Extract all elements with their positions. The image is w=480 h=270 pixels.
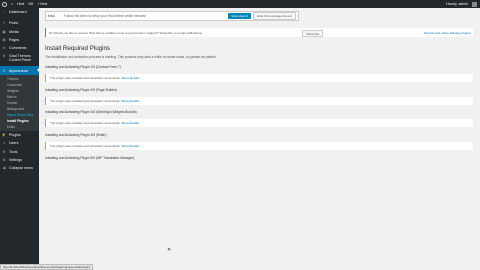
site-name-link[interactable]: Hbol bbox=[15, 2, 26, 6]
wordpress-logo-icon[interactable] bbox=[2, 1, 7, 7]
tools-icon: ⚒ bbox=[2, 149, 6, 154]
settings-icon: ⚙ bbox=[2, 157, 6, 162]
comments-icon: ✉ bbox=[2, 46, 6, 51]
sidebar-item-appearance[interactable]: ✐ Appearance bbox=[0, 66, 39, 75]
intro-text: The installation and activation process … bbox=[45, 55, 217, 59]
step-heading: Installing and Activating Plugin 5/5 (WP… bbox=[45, 156, 135, 160]
brand-logo: tmi bbox=[48, 14, 56, 18]
sidebar-item-label: Posts bbox=[9, 21, 18, 26]
sidebar-item-posts[interactable]: ✎ Posts bbox=[0, 19, 39, 27]
sidebar-item-dashboard[interactable]: ◔ Dashboard bbox=[0, 8, 39, 16]
step-heading: Installing and Activating Plugin 1/5 (Co… bbox=[45, 65, 121, 69]
sidebar-item-pages[interactable]: ▤ Pages bbox=[0, 36, 39, 44]
sidebar-item-comments[interactable]: ✉ Comments bbox=[0, 44, 39, 52]
sidebar-item-label: Tools bbox=[9, 149, 18, 154]
page-title: Install Required Plugins bbox=[45, 45, 111, 52]
account-greeting[interactable]: Howdy, admin bbox=[444, 2, 470, 6]
banner-description: Follow this video to setup your Hbol the… bbox=[64, 14, 147, 18]
show-details-link[interactable]: Show Details bbox=[121, 99, 139, 103]
appearance-submenu: Themes Customize Widgets Menus Header Ba… bbox=[0, 74, 39, 131]
sidebar-item-label: Pages bbox=[9, 38, 20, 43]
media-icon: ▣ bbox=[2, 29, 6, 34]
collapse-icon: ◀ bbox=[2, 166, 6, 171]
browser-status-bar: http://localhost/hbol/wp-admin/themes.ph… bbox=[0, 264, 94, 270]
theme-setup-banner: tmi Follow this video to setup your Hbol… bbox=[45, 11, 299, 21]
dismiss-notice-link[interactable]: Dismiss this notice Manage plugins bbox=[424, 31, 471, 35]
step-success-message: The plugin was installed and activated s… bbox=[45, 97, 473, 105]
new-content-link[interactable]: + New bbox=[35, 2, 49, 6]
step-heading: Installing and Activating Plugin 2/5 (Pa… bbox=[45, 88, 118, 92]
hide-message-button[interactable]: Hide this message forever bbox=[253, 12, 296, 20]
comments-count: 0 bbox=[31, 2, 34, 6]
admin-sidebar: ◔ Dashboard ✎ Posts ▣ Media ▤ Pages ✉ Comment… bbox=[0, 8, 39, 270]
pin-icon: ✎ bbox=[2, 21, 6, 26]
step-message-text: The plugin was installed and activated s… bbox=[50, 76, 121, 80]
step-heading: Installing and Activating Plugin 4/5 (Sl… bbox=[45, 133, 107, 137]
sidebar-item-users[interactable]: ☺ Users bbox=[0, 139, 39, 147]
show-details-link[interactable]: Show Details bbox=[121, 76, 139, 80]
comments-link[interactable]: ✉ 0 bbox=[26, 2, 35, 6]
subscription-notice: Hi! Would you like to receive Hbol theme… bbox=[45, 28, 473, 37]
submenu-item-editor[interactable]: Editor bbox=[0, 124, 39, 130]
sidebar-item-tools[interactable]: ⚒ Tools bbox=[0, 147, 39, 155]
sidebar-item-settings[interactable]: ⚙ Settings bbox=[0, 156, 39, 164]
step-success-message: The plugin was installed and activated s… bbox=[45, 74, 473, 82]
sidebar-item-label: Comments bbox=[9, 46, 27, 51]
plugins-icon: ⚡ bbox=[1, 132, 7, 137]
step-success-message: The plugin was installed and activated s… bbox=[45, 119, 473, 127]
sidebar-item-label: Collapse menu bbox=[9, 166, 33, 171]
subscribe-button[interactable]: Subscribe bbox=[302, 30, 324, 37]
step-message-text: The plugin was installed and activated s… bbox=[50, 144, 121, 148]
sidebar-item-label: Plugins bbox=[9, 132, 21, 137]
mouse-cursor-icon: ✕ bbox=[167, 247, 172, 253]
gear-icon: ⚙ bbox=[2, 53, 6, 58]
show-details-link[interactable]: Show Details bbox=[121, 144, 139, 148]
step-message-text: The plugin was installed and activated s… bbox=[50, 99, 121, 103]
view-steps-button[interactable]: View steps ▾ bbox=[228, 13, 252, 19]
sidebar-item-collapse-menu[interactable]: ◀ Collapse menu bbox=[0, 164, 39, 172]
main-content: tmi Follow this video to setup your Hbol… bbox=[39, 8, 480, 270]
pages-icon: ▤ bbox=[2, 38, 6, 43]
admin-bar: ⌂ Hbol ✉ 0 + New Howdy, admin bbox=[0, 0, 480, 8]
step-heading: Installing and Activating Plugin 3/5 (Si… bbox=[45, 110, 137, 114]
sidebar-item-media[interactable]: ▣ Media bbox=[0, 28, 39, 36]
brush-icon: ✐ bbox=[2, 68, 6, 73]
sidebar-item-label: Users bbox=[9, 141, 19, 146]
avatar[interactable] bbox=[472, 1, 477, 7]
step-success-message: The plugin was installed and activated s… bbox=[45, 142, 473, 150]
sidebar-item-label: Appearance bbox=[9, 68, 29, 73]
sidebar-item-label: Media bbox=[9, 29, 19, 34]
sidebar-item-glad-themes[interactable]: ⚙ Glad Themes Control Panel bbox=[0, 52, 39, 63]
sidebar-item-label: Dashboard bbox=[9, 10, 27, 15]
step-message-text: The plugin was installed and activated s… bbox=[50, 121, 121, 125]
dashboard-icon: ◔ bbox=[2, 10, 6, 15]
users-icon: ☺ bbox=[2, 141, 6, 146]
sidebar-item-label: Glad Themes Control Panel bbox=[9, 53, 31, 62]
sidebar-item-plugins[interactable]: ⚡ Plugins bbox=[0, 131, 39, 139]
sidebar-item-label: Settings bbox=[9, 157, 22, 162]
show-details-link[interactable]: Show Details bbox=[121, 121, 139, 125]
notice-text: Hi! Would you like to receive Hbol theme… bbox=[49, 30, 202, 35]
